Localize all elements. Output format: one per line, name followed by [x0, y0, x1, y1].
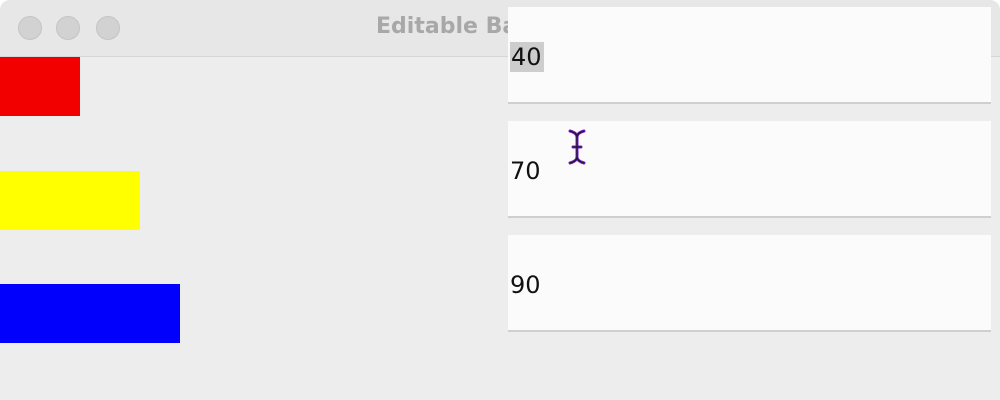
text-cursor-icon	[568, 129, 586, 165]
bar-yellow	[0, 171, 140, 230]
value-field-1-text: 40	[510, 42, 544, 72]
app-window: Editable Bar Graphs 40 70 90	[0, 0, 1000, 400]
value-field-2-text: 70	[510, 157, 541, 185]
value-field-3-text: 90	[510, 271, 541, 299]
bar-red	[0, 57, 80, 116]
value-field-3[interactable]: 90	[508, 235, 991, 332]
bar-graph-panel	[0, 57, 1000, 400]
value-field-1[interactable]: 40	[508, 7, 991, 104]
bar-blue	[0, 284, 180, 343]
